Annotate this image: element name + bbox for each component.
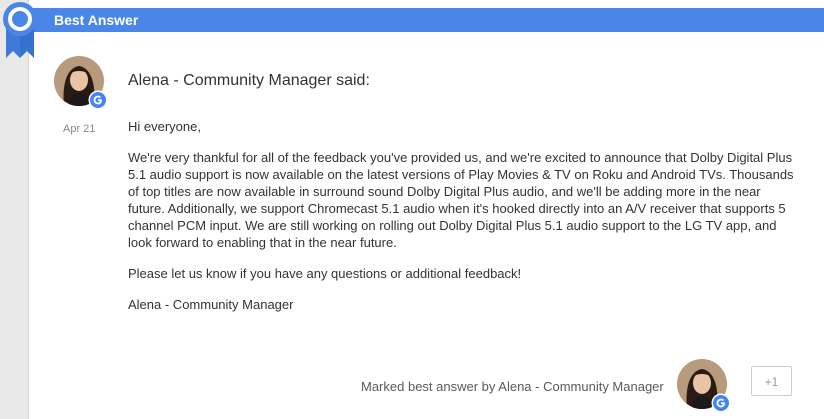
author-said-line: Alena - Community Manager said: [128, 72, 370, 89]
post-paragraph: Please let us know if you have any quest… [128, 266, 522, 281]
post-paragraph: Hi everyone, [128, 119, 201, 134]
header-title: Best Answer [54, 12, 139, 28]
post-body: Hi everyone, We're very thankful for all… [128, 118, 800, 327]
post-paragraph: We're very thankful for all of the feedb… [128, 150, 794, 250]
marker-avatar[interactable] [677, 359, 731, 413]
marked-best-answer-text: Marked best answer by Alena - Community … [361, 379, 664, 394]
best-answer-page: Best Answer Apr 21 Alena - Community Man… [0, 0, 824, 419]
best-answer-header [29, 8, 824, 32]
award-ribbon-icon [3, 2, 37, 58]
author-avatar[interactable] [54, 56, 108, 110]
google-g-badge-icon [711, 393, 731, 413]
plus-one-button[interactable]: +1 [751, 366, 792, 396]
post-date: Apr 21 [63, 123, 96, 135]
post-signature: Alena - Community Manager [128, 297, 294, 312]
google-g-badge-icon [88, 90, 108, 110]
